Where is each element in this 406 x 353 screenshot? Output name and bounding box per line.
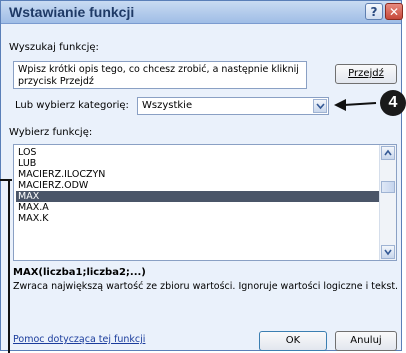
callout-arrow-4	[343, 102, 377, 106]
arrowhead-icon	[334, 99, 346, 111]
callout-arrows	[0, 99, 377, 353]
step-badge: 4	[380, 90, 406, 116]
